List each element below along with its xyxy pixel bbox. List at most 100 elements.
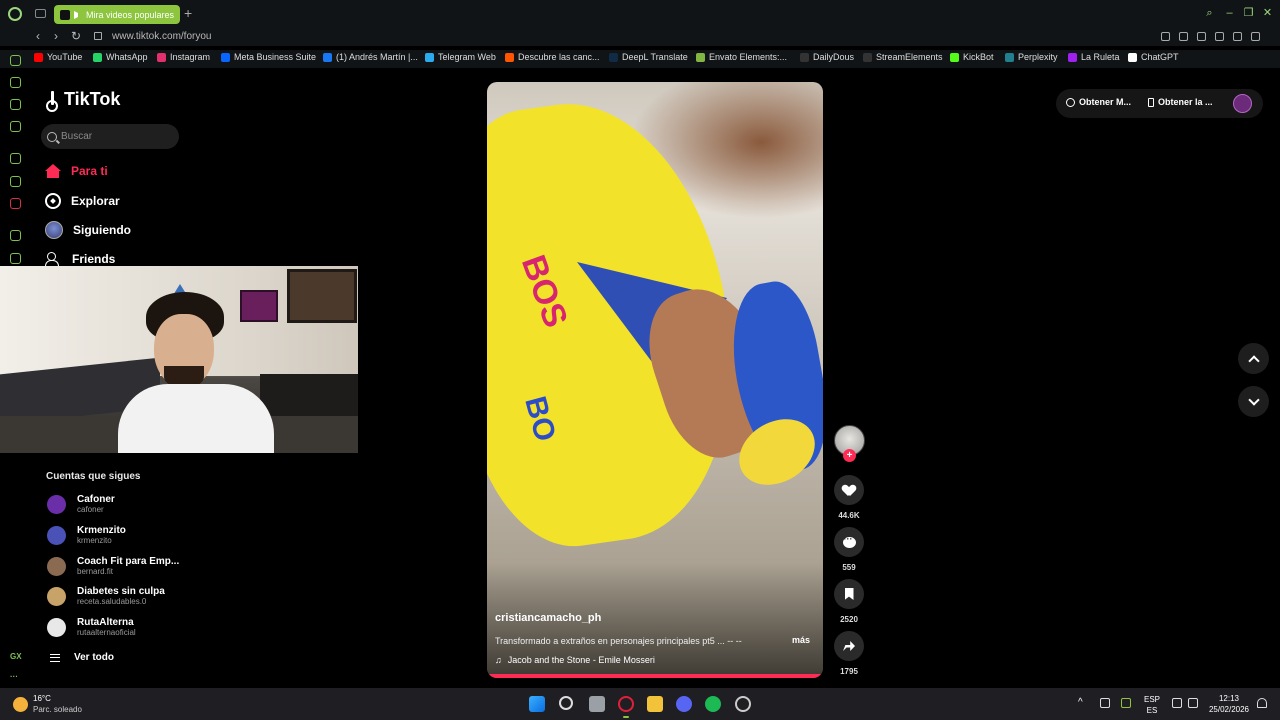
profile-avatar[interactable]	[1233, 94, 1252, 113]
shield-icon[interactable]	[1197, 32, 1206, 41]
microphone-icon[interactable]	[1121, 698, 1131, 708]
gx-control-icon[interactable]	[10, 77, 21, 88]
followed-account[interactable]: Krmenzito krmenzito	[47, 525, 126, 545]
bookmark-item[interactable]: (1) Andrés Martín |...	[323, 52, 418, 62]
video-music[interactable]: ♫ Jacob and the Stone - Emile Mosseri	[495, 655, 655, 665]
flow-icon[interactable]	[10, 55, 21, 66]
notification-bell-icon[interactable]	[1257, 698, 1267, 708]
bookmark-item[interactable]: KickBot	[950, 52, 994, 62]
nav-explore-label: Explorar	[71, 194, 120, 208]
video-more-button[interactable]: más	[792, 635, 810, 645]
minimize-icon[interactable]: –	[1224, 8, 1235, 19]
reload-button[interactable]: ↻	[71, 30, 81, 42]
bookmark-item[interactable]: WhatsApp	[93, 52, 148, 62]
bookmark-item[interactable]: ChatGPT	[1128, 52, 1179, 62]
red-app-icon[interactable]	[10, 198, 21, 209]
heart-bookmark-icon[interactable]	[1251, 32, 1260, 41]
file-explorer-icon[interactable]	[647, 696, 663, 712]
windows-taskbar	[0, 688, 1280, 720]
language-bottom[interactable]: ES	[1140, 706, 1164, 715]
video-username[interactable]: cristiancamacho_ph	[495, 612, 601, 624]
nav-friends[interactable]: Friends	[45, 252, 115, 267]
close-icon[interactable]: ✕	[1262, 8, 1273, 19]
bookmark-item[interactable]: Instagram	[157, 52, 210, 62]
pin-icon[interactable]	[1161, 32, 1170, 41]
share-button[interactable]	[834, 631, 864, 661]
bookmark-item[interactable]: Descubre las canc...	[505, 52, 600, 62]
restore-icon[interactable]: ❐	[1243, 8, 1254, 19]
app-icon[interactable]	[735, 696, 751, 712]
nav-following[interactable]: Siguiendo	[45, 221, 131, 239]
nav-explore[interactable]: Explorar	[45, 193, 120, 209]
tab-manager-icon[interactable]	[35, 9, 46, 18]
url-field[interactable]: www.tiktok.com/foryou	[112, 31, 211, 42]
lock-icon[interactable]	[94, 32, 102, 40]
followed-account[interactable]: Diabetes sin culpa receta.saludables.0	[47, 586, 165, 606]
search-tabs-icon[interactable]: ⌕	[1204, 8, 1215, 19]
nav-for-you[interactable]: Para ti	[45, 164, 108, 178]
video-description: Transformado a extraños en personajes pr…	[495, 636, 742, 646]
x-twitter-icon[interactable]	[10, 176, 21, 187]
tray-overflow-icon[interactable]: ^	[1078, 697, 1083, 708]
spotify-icon[interactable]	[705, 696, 721, 712]
new-tab-button[interactable]: +	[184, 6, 192, 20]
speaker-icon[interactable]	[74, 10, 82, 19]
twitch-icon[interactable]	[10, 153, 21, 164]
task-view-icon[interactable]	[589, 696, 605, 712]
followed-account[interactable]: Cafoner cafoner	[47, 494, 115, 514]
video-progress-bar[interactable]	[487, 674, 823, 678]
messenger-icon[interactable]	[10, 121, 21, 132]
tray-app-icon[interactable]	[1100, 698, 1110, 708]
previous-video-button[interactable]	[1238, 343, 1269, 374]
discord-icon[interactable]	[676, 696, 692, 712]
followed-account[interactable]: Coach Fit para Emp... bernard.fit	[47, 556, 179, 576]
see-all-button[interactable]: Ver todo	[50, 652, 114, 663]
bookmark-item[interactable]: DailyDous	[800, 52, 854, 62]
get-app-button-1[interactable]: Obtener M...	[1066, 97, 1131, 107]
back-button[interactable]: ‹	[36, 30, 40, 42]
clock-date[interactable]: 25/02/2026	[1206, 705, 1252, 714]
get-app-button-2[interactable]: Obtener la ...	[1148, 97, 1213, 107]
save-button[interactable]	[834, 579, 864, 609]
opera-gx-logo-icon[interactable]	[8, 7, 22, 21]
next-video-button[interactable]	[1238, 386, 1269, 417]
bookmark-item[interactable]: Envato Elements:...	[696, 52, 787, 62]
search-input[interactable]	[61, 131, 171, 142]
more-icon[interactable]: ···	[10, 672, 18, 681]
bookmark-item[interactable]: StreamElements	[863, 52, 943, 62]
start-icon[interactable]	[529, 696, 545, 712]
history-icon[interactable]	[10, 253, 21, 264]
bookmark-favicon-icon	[93, 52, 102, 62]
forward-button[interactable]: ›	[54, 30, 58, 42]
translate-icon[interactable]	[1215, 32, 1224, 41]
search-box[interactable]	[41, 124, 179, 149]
volume-icon[interactable]	[1188, 698, 1198, 708]
bookmark-item[interactable]: La Ruleta	[1068, 52, 1120, 62]
weather-temperature[interactable]: 16°C	[33, 694, 51, 703]
weather-sun-icon[interactable]	[13, 697, 28, 712]
bookmark-item[interactable]: Telegram Web	[425, 52, 496, 62]
bookmark-item[interactable]: Meta Business Suite	[221, 52, 316, 62]
taskbar-search-icon[interactable]	[559, 696, 573, 710]
snapshot-icon[interactable]	[1179, 32, 1188, 41]
language-top[interactable]: ESP	[1140, 695, 1164, 704]
comment-button[interactable]	[834, 527, 864, 557]
bookmark-item[interactable]: DeepL Translate	[609, 52, 688, 62]
bookmark-item[interactable]: Perplexity	[1005, 52, 1058, 62]
gx-cleaner-icon[interactable]	[10, 99, 21, 110]
weather-description[interactable]: Parc. soleado	[33, 705, 82, 714]
followed-account[interactable]: RutaAlterna rutaalternaoficial	[47, 617, 136, 637]
play-icon[interactable]	[1233, 32, 1242, 41]
follow-button[interactable]: +	[843, 449, 856, 462]
tab-active[interactable]: Mira videos populares	[54, 5, 180, 24]
gx-label[interactable]: GX	[10, 652, 22, 661]
tiktok-logo[interactable]: TikTok	[46, 89, 120, 112]
clock-time[interactable]: 12:13	[1206, 694, 1252, 703]
network-icon[interactable]	[1172, 698, 1182, 708]
player-icon[interactable]	[10, 230, 21, 241]
bookmark-item[interactable]: YouTube	[34, 52, 82, 62]
opera-gx-taskbar-icon[interactable]	[618, 696, 634, 712]
like-button[interactable]	[834, 475, 864, 505]
account-handle: rutaalternaoficial	[77, 628, 136, 637]
video-player[interactable]: BOS BO cristiancamacho_ph Transformado a…	[487, 82, 823, 678]
